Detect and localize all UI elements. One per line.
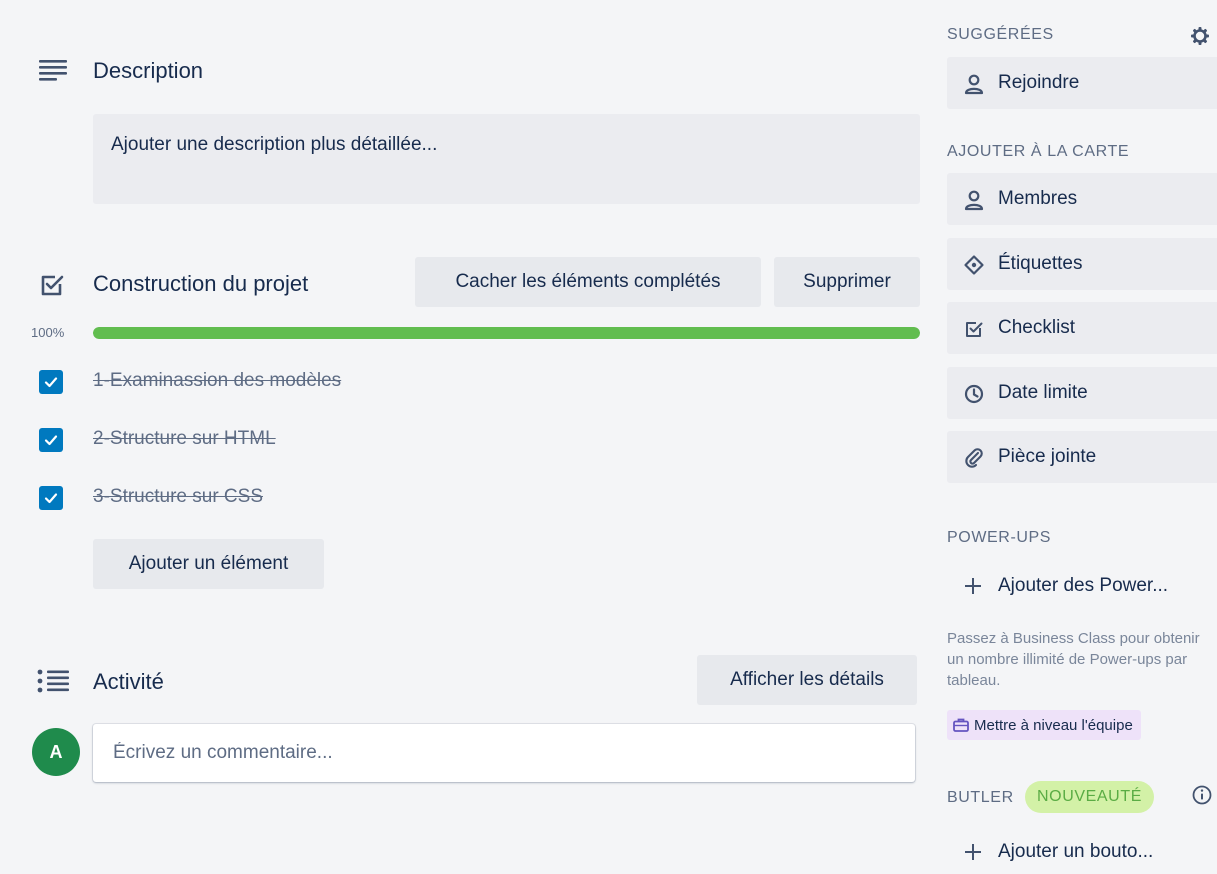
checklist-item-checkbox[interactable] [39, 486, 63, 510]
clock-icon [964, 384, 984, 404]
hide-completed-button[interactable]: Cacher les éléments complétés [415, 257, 761, 307]
add-powerups-button[interactable]: Ajouter des Power... [947, 564, 1217, 608]
checklist-label: Checklist [998, 317, 1076, 338]
upgrade-team-button[interactable]: Mettre à niveau l'équipe [947, 710, 1141, 740]
new-badge: NOUVEAUTÉ [1025, 781, 1154, 813]
check-icon [44, 493, 58, 504]
join-label: Rejoindre [998, 72, 1080, 93]
labels-label: Étiquettes [998, 253, 1083, 274]
description-title: Description [93, 58, 204, 83]
powerups-heading: POWER-UPS [947, 529, 1052, 546]
check-icon [44, 377, 58, 388]
checklist-item-label[interactable]: 3-Structure sur CSS [93, 486, 263, 508]
checklist-title: Construction du projet [93, 271, 309, 296]
members-label: Membres [998, 188, 1078, 209]
paperclip-icon [965, 448, 983, 468]
checklist-item-checkbox[interactable] [39, 428, 63, 452]
briefcase-icon [953, 718, 969, 732]
person-icon [964, 74, 984, 95]
plus-icon [965, 578, 981, 594]
gear-icon[interactable] [1189, 25, 1211, 47]
add-item-button[interactable]: Ajouter un élément [93, 539, 324, 589]
description-editor[interactable]: Ajouter une description plus détaillée..… [93, 114, 920, 204]
checklist-icon [41, 275, 64, 296]
checklist-button[interactable]: Checklist [947, 302, 1217, 354]
add-button-button[interactable]: Ajouter un bouto... [947, 830, 1217, 874]
add-button-label: Ajouter un bouto... [998, 841, 1154, 862]
due-date-label: Date limite [998, 382, 1088, 403]
upsell-text: Passez à Business Class pour obtenir un … [947, 630, 1200, 689]
check-icon [44, 435, 58, 446]
add-powerups-label: Ajouter des Power... [998, 575, 1169, 596]
plus-icon [965, 844, 981, 860]
checklist-icon [966, 322, 983, 337]
activity-list-icon [37, 669, 69, 693]
tag-icon [964, 255, 984, 275]
members-button[interactable]: Membres [947, 173, 1217, 225]
progress-bar-fill [93, 327, 920, 339]
description-lines-icon [39, 60, 67, 81]
progress-percent: 100% [31, 325, 65, 340]
attachment-label: Pièce jointe [998, 446, 1097, 467]
butler-heading: BUTLER [947, 789, 1014, 806]
show-details-button[interactable]: Afficher les détails [697, 655, 917, 705]
info-icon[interactable] [1191, 784, 1213, 806]
upgrade-team-label: Mettre à niveau l'équipe [974, 716, 1133, 734]
suggested-heading: SUGGÉRÉES [947, 26, 1054, 43]
checklist-item-label[interactable]: 2-Structure sur HTML [93, 428, 276, 450]
checklist-item-checkbox[interactable] [39, 370, 63, 394]
comment-input[interactable] [93, 724, 915, 782]
attachment-button[interactable]: Pièce jointe [947, 431, 1217, 483]
add-to-card-heading: AJOUTER À LA CARTE [947, 143, 1130, 160]
progress-bar [93, 327, 920, 339]
due-date-button[interactable]: Date limite [947, 367, 1217, 419]
avatar[interactable]: A [32, 728, 80, 776]
activity-title: Activité [93, 669, 164, 694]
join-button[interactable]: Rejoindre [947, 57, 1217, 109]
delete-checklist-button[interactable]: Supprimer [774, 257, 920, 307]
checklist-item-label[interactable]: 1-Examinassion des modèles [93, 370, 341, 392]
person-icon [964, 190, 984, 211]
labels-button[interactable]: Étiquettes [947, 238, 1217, 290]
